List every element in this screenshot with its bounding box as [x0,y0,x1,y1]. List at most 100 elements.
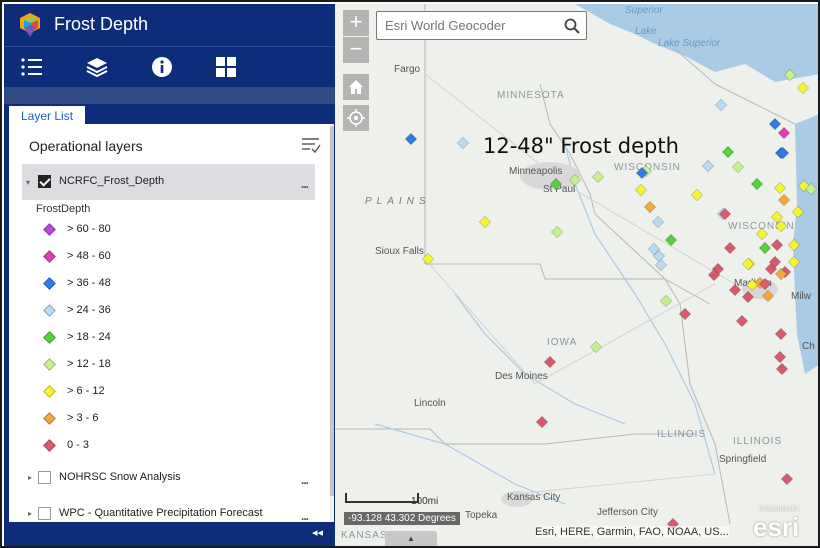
scale-bar [345,493,419,503]
frost-depth-point[interactable] [664,233,678,247]
search-input[interactable] [385,12,555,39]
filter-list-icon[interactable] [301,136,321,154]
layer-visibility-checkbox[interactable] [38,471,51,484]
panel-footer: ◂◂ [4,522,335,546]
frost-depth-point[interactable] [543,355,557,369]
coordinate-readout: -93.128 43.302 Degrees [344,512,460,525]
legend-label: > 60 - 80 [67,223,111,235]
legend-label: > 12 - 18 [67,358,111,370]
legend-label: > 18 - 24 [67,331,111,343]
legend-label: > 36 - 48 [67,277,111,289]
frost-depth-point[interactable] [535,415,549,429]
map-annotation: 12-48" Frost depth [483,134,679,158]
legend-list-icon[interactable] [20,55,44,79]
expand-arrow-icon[interactable]: ▸ [28,473,32,482]
locate-button[interactable] [343,105,369,131]
layer-row[interactable]: ▸ WPC - Quantitative Precipitation Forec… [22,504,315,522]
frost-depth-point[interactable] [421,252,435,266]
diamond-swatch [43,223,56,236]
app-logo-icon [20,13,40,37]
app-title: Frost Depth [54,14,149,34]
attribution-toggle-button[interactable]: ▲ [385,531,437,546]
more-options-icon[interactable]: ... [301,473,309,487]
frost-depth-point[interactable] [755,227,769,241]
frost-depth-point[interactable] [404,132,418,146]
frost-depth-point[interactable] [731,160,745,174]
layer-row[interactable]: ▾ NCRFC_Frost_Depth ... [22,164,315,200]
frost-depth-point[interactable] [591,170,605,184]
layer-row[interactable]: ▸ NOHRSC Snow Analysis ... [22,468,315,488]
frost-depth-point[interactable] [787,255,801,269]
scrollbar-thumb[interactable] [330,126,334,496]
scrollbar[interactable] [330,124,334,522]
info-icon[interactable] [150,55,174,79]
frost-depth-point[interactable] [659,294,673,308]
frost-depth-point[interactable] [634,183,648,197]
frost-depth-point[interactable] [741,290,755,304]
zoom-out-button[interactable]: − [343,37,369,63]
frost-depth-point[interactable] [791,205,805,219]
frost-depth-point[interactable] [780,472,794,486]
frost-depth-point[interactable] [589,340,603,354]
grid-icon[interactable] [214,55,238,79]
frost-depth-point[interactable] [768,117,782,131]
frost-depth-point[interactable] [549,177,563,191]
diamond-swatch [43,358,56,371]
expand-arrow-icon[interactable]: ▸ [28,509,32,518]
frost-depth-point[interactable] [728,283,742,297]
diamond-swatch [43,250,56,263]
map-view[interactable]: Superior Lake Lake Superior MINNESOTA WI… [335,4,820,546]
frost-depth-point[interactable] [761,289,775,303]
diamond-swatch [43,277,56,290]
frost-depth-point[interactable] [741,257,755,271]
search-box [376,11,587,40]
layer-list-panel: Operational layers ▾ NCRFC_Frost_Depth .… [8,124,334,522]
section-title: Operational layers [29,138,143,154]
more-options-icon[interactable]: ... [301,509,309,522]
frost-depth-point[interactable] [777,126,791,140]
layer-visibility-checkbox[interactable] [38,507,51,520]
frost-depth-point[interactable] [678,307,692,321]
zoom-in-button[interactable]: + [343,10,369,36]
frost-depth-point[interactable] [773,350,787,364]
legend-label: 0 - 3 [67,439,90,451]
frost-depth-point[interactable] [787,238,801,252]
frost-depth-point[interactable] [777,193,791,207]
frost-depth-point[interactable] [773,181,787,195]
collapse-panel-button[interactable]: ◂◂ [312,526,323,539]
frost-depth-point[interactable] [651,215,665,229]
collapse-arrow-icon[interactable]: ▾ [26,178,30,187]
frost-depth-point[interactable] [721,145,735,159]
esri-logo[interactable]: esri [753,512,799,543]
frost-depth-point[interactable] [775,362,789,376]
frost-depth-point[interactable] [690,188,704,202]
layer-visibility-checkbox[interactable] [38,175,51,188]
frost-depth-point[interactable] [774,327,788,341]
header: Frost Depth [4,4,335,46]
frost-depth-point[interactable] [758,241,772,255]
search-icon[interactable] [564,18,580,34]
frost-depth-point[interactable] [796,81,810,95]
map-attribution: Esri, HERE, Garmin, FAO, NOAA, US... [535,526,729,538]
diamond-swatch [43,439,56,452]
tab-layer-list[interactable]: Layer List [8,105,87,125]
frost-depth-point[interactable] [701,159,715,173]
home-button[interactable] [343,74,369,100]
frost-depth-point[interactable] [723,241,737,255]
layers-icon[interactable] [85,55,109,79]
frost-depth-point[interactable] [770,238,784,252]
frost-depth-point[interactable] [568,173,582,187]
frost-depth-points[interactable] [335,4,820,546]
frost-depth-point[interactable] [735,314,749,328]
more-options-icon[interactable]: ... [301,177,309,191]
frost-depth-point[interactable] [654,258,668,272]
frost-depth-point[interactable] [478,215,492,229]
frost-depth-point[interactable] [550,225,564,239]
frost-depth-point[interactable] [783,68,797,82]
scale-label: 100mi [411,496,439,507]
legend-label: > 6 - 12 [67,385,105,397]
frost-depth-point[interactable] [750,177,764,191]
frost-depth-point[interactable] [643,200,657,214]
frost-depth-point[interactable] [456,136,470,150]
frost-depth-point[interactable] [714,98,728,112]
